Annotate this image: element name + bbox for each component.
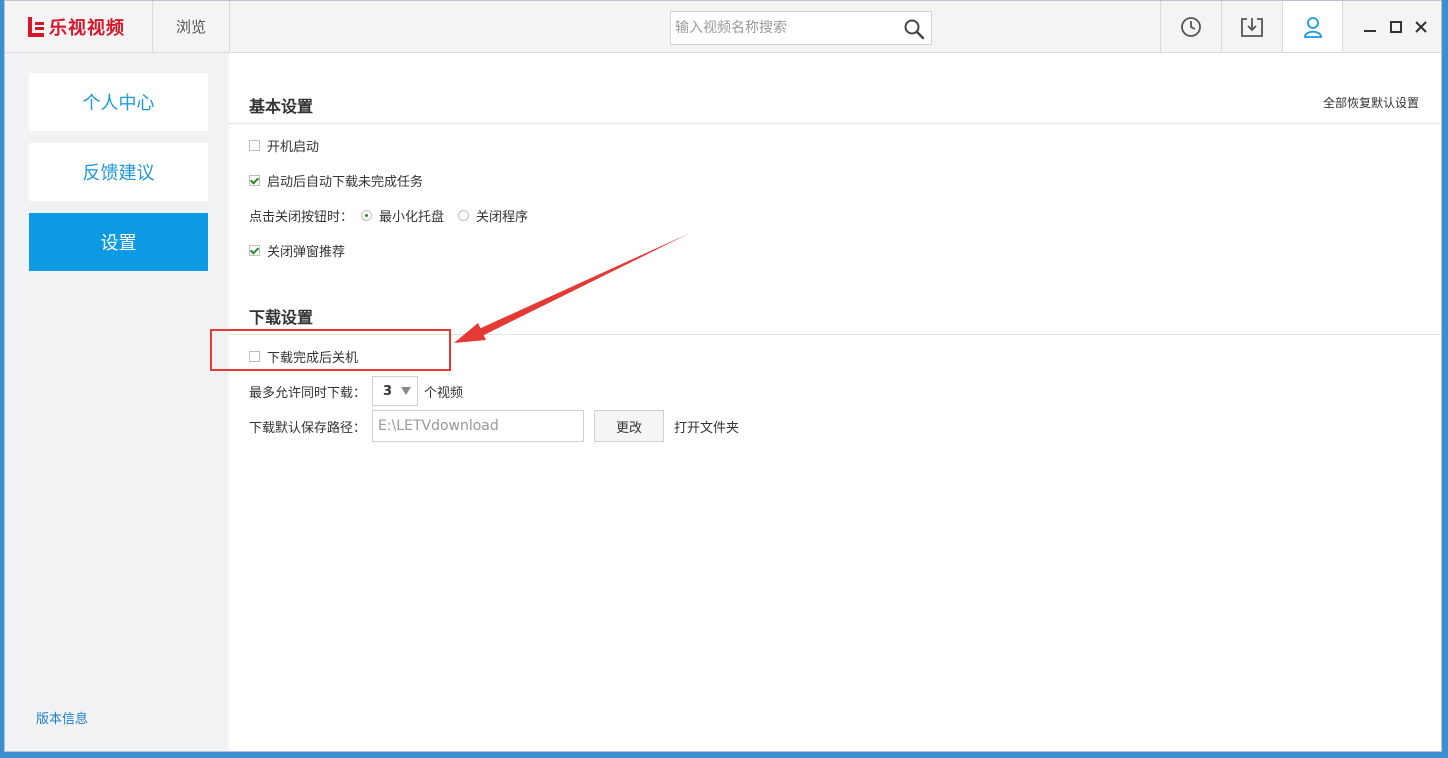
history-icon <box>1180 16 1201 37</box>
sidebar: 个人中心 反馈建议 设置 版本信息 <box>5 53 229 751</box>
autostart-option[interactable]: 开机启动 <box>249 135 319 155</box>
auto-resume-checkbox[interactable] <box>249 174 260 186</box>
radio-exit-program[interactable]: 关闭程序 <box>458 206 528 225</box>
close-icon[interactable] <box>1413 19 1429 35</box>
autostart-checkbox[interactable] <box>249 139 260 151</box>
shutdown-after-download-checkbox[interactable] <box>249 350 260 362</box>
app-logo-text: 乐视视频 <box>49 18 125 39</box>
search-icon[interactable] <box>903 18 925 40</box>
close-popup-label: 关闭弹窗推荐 <box>267 244 346 260</box>
auto-resume-label: 启动后自动下载未完成任务 <box>267 174 424 190</box>
close-popup-option[interactable]: 关闭弹窗推荐 <box>249 240 345 260</box>
download-path-row: 下载默认保存路径： 更改 打开文件夹 <box>249 410 739 442</box>
search-input[interactable] <box>671 12 905 44</box>
divider <box>229 334 1441 335</box>
download-icon <box>1240 17 1263 37</box>
reset-all-defaults-link[interactable]: 全部恢复默认设置 <box>1323 94 1419 111</box>
minimize-icon[interactable] <box>1362 19 1378 35</box>
version-info-link[interactable]: 版本信息 <box>36 708 88 727</box>
sidebar-item-personal-center[interactable]: 个人中心 <box>29 73 208 131</box>
sidebar-item-feedback[interactable]: 反馈建议 <box>29 143 208 201</box>
app-logo[interactable]: 乐视视频 <box>27 13 125 41</box>
autostart-label: 开机启动 <box>267 139 320 155</box>
close-action-label: 点击关闭按钮时： <box>249 209 354 225</box>
maximize-icon[interactable] <box>1388 19 1404 35</box>
letv-logo-icon <box>28 17 44 37</box>
settings-panel: 基本设置 全部恢复默认设置 开机启动 启动后自动下载未完成任务 点击关闭按钮时：… <box>229 53 1441 751</box>
exit-program-label: 关闭程序 <box>476 209 529 225</box>
close-action-row: 点击关闭按钮时： 最小化托盘 关闭程序 <box>249 205 534 225</box>
minimize-tray-radio[interactable] <box>361 209 373 221</box>
user-icon <box>1303 16 1322 38</box>
browse-tab[interactable]: 浏览 <box>152 1 230 52</box>
app-window: 乐视视频 浏览 输入视频名称搜索 个人中心 反馈建议 设置 版本信息 基本设置 … <box>4 0 1442 752</box>
radio-minimize-tray[interactable]: 最小化托盘 <box>361 206 444 225</box>
dropdown-arrow-icon <box>401 387 412 395</box>
concurrent-downloads-select[interactable]: 3 <box>372 376 419 406</box>
concurrent-downloads-label: 最多允许同时下载： <box>249 385 367 401</box>
user-button[interactable] <box>1282 1 1343 52</box>
concurrent-downloads-value: 3 <box>383 383 393 399</box>
basic-settings-title: 基本设置 <box>249 97 314 116</box>
open-folder-link[interactable]: 打开文件夹 <box>674 417 739 436</box>
download-path-label: 下载默认保存路径： <box>249 420 367 436</box>
download-path-input[interactable] <box>372 410 585 442</box>
divider <box>229 123 1441 124</box>
title-bar: 乐视视频 浏览 <box>5 1 1441 53</box>
shutdown-after-download-option[interactable]: 下载完成后关机 <box>249 346 358 366</box>
shutdown-after-download-label: 下载完成后关机 <box>267 350 359 366</box>
concurrent-downloads-unit: 个视频 <box>424 385 464 401</box>
auto-resume-option[interactable]: 启动后自动下载未完成任务 <box>249 170 423 190</box>
download-settings-title: 下载设置 <box>249 308 314 327</box>
change-path-button[interactable]: 更改 <box>594 410 665 442</box>
history-button[interactable] <box>1160 1 1220 52</box>
minimize-tray-label: 最小化托盘 <box>379 209 445 225</box>
concurrent-downloads-row: 最多允许同时下载： 3 个视频 <box>249 375 463 407</box>
search-box <box>670 11 932 45</box>
close-popup-checkbox[interactable] <box>249 244 260 256</box>
sidebar-item-settings[interactable]: 设置 <box>29 213 208 271</box>
exit-program-radio[interactable] <box>458 209 470 221</box>
download-button[interactable] <box>1221 1 1281 52</box>
